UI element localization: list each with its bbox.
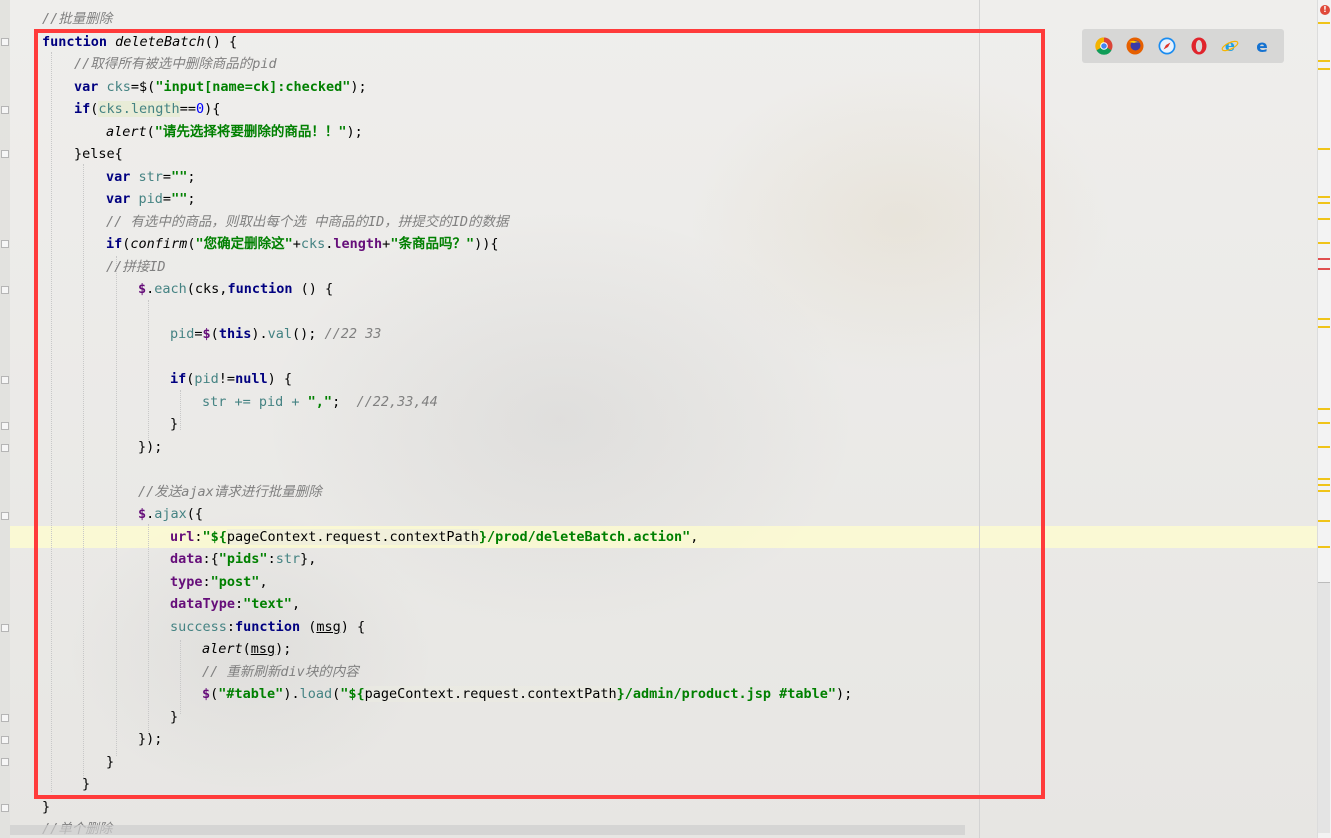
warning-marker[interactable] <box>1318 318 1330 320</box>
warning-marker[interactable] <box>1318 196 1330 198</box>
warning-marker[interactable] <box>1318 68 1330 70</box>
svg-text:e: e <box>1225 37 1235 55</box>
warning-marker[interactable] <box>1318 326 1330 328</box>
svg-text:e: e <box>1256 37 1268 55</box>
opera-icon[interactable] <box>1190 37 1208 55</box>
fold-marker[interactable] <box>1 150 9 158</box>
chrome-icon[interactable] <box>1095 37 1113 55</box>
highlight-annotation-box <box>34 29 1045 799</box>
fold-marker[interactable] <box>1 286 9 294</box>
vertical-scrollbar-thumb[interactable] <box>1318 582 1330 833</box>
warning-marker[interactable] <box>1318 22 1330 24</box>
error-marker[interactable] <box>1318 268 1330 270</box>
fold-marker[interactable] <box>1 512 9 520</box>
fold-marker[interactable] <box>1 38 9 46</box>
warning-marker[interactable] <box>1318 422 1330 424</box>
warning-marker[interactable] <box>1318 484 1330 486</box>
fold-marker[interactable] <box>1 240 9 248</box>
warning-marker[interactable] <box>1318 60 1330 62</box>
fold-marker[interactable] <box>1 714 9 722</box>
fold-marker[interactable] <box>1 376 9 384</box>
fold-column <box>0 0 10 838</box>
code-line: } <box>42 799 51 815</box>
fold-marker[interactable] <box>1 804 9 812</box>
warning-marker[interactable] <box>1318 546 1330 548</box>
edge-icon[interactable]: e <box>1253 37 1271 55</box>
warning-marker[interactable] <box>1318 478 1330 480</box>
warning-marker[interactable] <box>1318 490 1330 492</box>
warning-marker[interactable] <box>1318 148 1330 150</box>
fold-marker[interactable] <box>1 106 9 114</box>
warning-marker[interactable] <box>1318 408 1330 410</box>
error-indicator-icon[interactable]: ! <box>1320 5 1330 15</box>
firefox-icon[interactable] <box>1126 37 1144 55</box>
fold-marker[interactable] <box>1 422 9 430</box>
warning-marker[interactable] <box>1318 218 1330 220</box>
error-marker[interactable] <box>1318 258 1330 260</box>
fold-marker[interactable] <box>1 624 9 632</box>
fold-marker[interactable] <box>1 758 9 766</box>
horizontal-scrollbar[interactable] <box>10 825 965 835</box>
safari-icon[interactable] <box>1158 37 1176 55</box>
warning-marker[interactable] <box>1318 446 1330 448</box>
fold-marker[interactable] <box>1 736 9 744</box>
warning-marker[interactable] <box>1318 242 1330 244</box>
ie-icon[interactable]: e <box>1221 37 1239 55</box>
code-line: //批量删除 <box>42 11 113 27</box>
browser-preview-toolbar: e e <box>1082 29 1284 63</box>
fold-marker[interactable] <box>1 444 9 452</box>
warning-marker[interactable] <box>1318 202 1330 204</box>
warning-marker[interactable] <box>1318 520 1330 522</box>
